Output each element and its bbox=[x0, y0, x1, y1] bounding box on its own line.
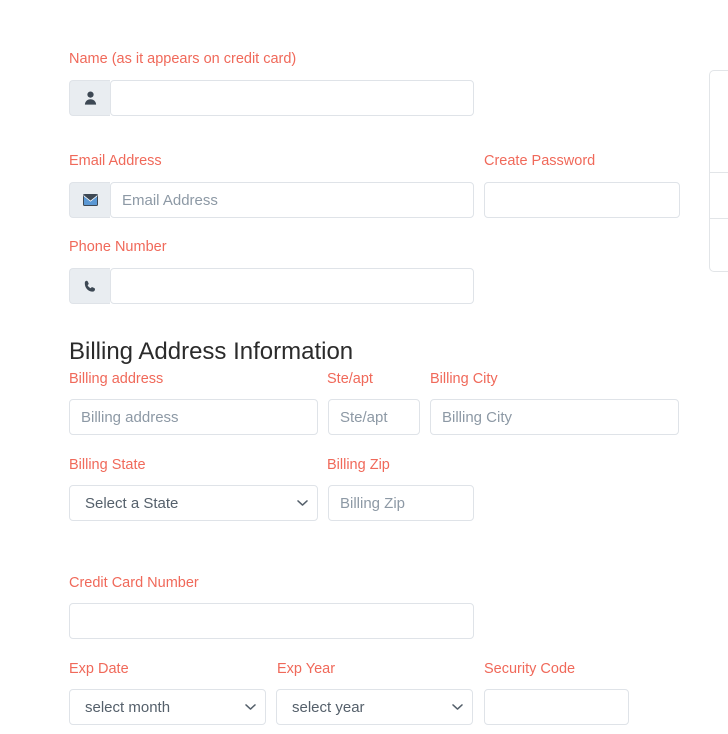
billing-state-select[interactable]: Select a State bbox=[69, 485, 318, 521]
name-input-group bbox=[69, 80, 474, 116]
exp-year-label: Exp Year bbox=[277, 661, 336, 677]
user-icon bbox=[69, 80, 110, 116]
side-panel-divider bbox=[710, 218, 728, 219]
exp-date-label: Exp Date bbox=[69, 661, 129, 677]
billing-address-heading: Billing Address Information bbox=[69, 338, 354, 365]
exp-date-select[interactable]: select month bbox=[69, 689, 266, 725]
credit-card-number-label: Credit Card Number bbox=[69, 575, 199, 591]
credit-card-number-input[interactable] bbox=[69, 603, 474, 639]
side-panel-divider bbox=[710, 172, 728, 173]
email-input-group bbox=[69, 182, 474, 218]
name-input[interactable] bbox=[110, 80, 474, 116]
password-label: Create Password bbox=[484, 153, 596, 169]
exp-year-select[interactable]: select year bbox=[276, 689, 473, 725]
billing-city-label: Billing City bbox=[430, 371, 498, 387]
security-code-label: Security Code bbox=[484, 661, 576, 677]
billing-address-input[interactable] bbox=[69, 399, 318, 435]
envelope-icon bbox=[69, 182, 110, 218]
billing-city-input[interactable] bbox=[430, 399, 679, 435]
billing-state-label: Billing State bbox=[69, 457, 146, 473]
name-label: Name (as it appears on credit card) bbox=[69, 51, 297, 67]
email-label: Email Address bbox=[69, 153, 162, 169]
suite-apt-input[interactable] bbox=[328, 399, 420, 435]
phone-icon bbox=[69, 268, 110, 304]
phone-label: Phone Number bbox=[69, 239, 167, 255]
security-code-input[interactable] bbox=[484, 689, 629, 725]
billing-address-label: Billing address bbox=[69, 371, 164, 387]
billing-zip-input[interactable] bbox=[328, 485, 474, 521]
email-input[interactable] bbox=[110, 182, 474, 218]
billing-state-select-wrap: Select a State bbox=[69, 485, 318, 521]
password-input[interactable] bbox=[484, 182, 680, 218]
billing-zip-label: Billing Zip bbox=[327, 457, 390, 473]
exp-year-select-wrap: select year bbox=[276, 689, 473, 725]
exp-date-select-wrap: select month bbox=[69, 689, 266, 725]
suite-apt-label: Ste/apt bbox=[327, 371, 373, 387]
phone-input-group bbox=[69, 268, 474, 304]
side-panel bbox=[709, 70, 728, 272]
phone-input[interactable] bbox=[110, 268, 474, 304]
